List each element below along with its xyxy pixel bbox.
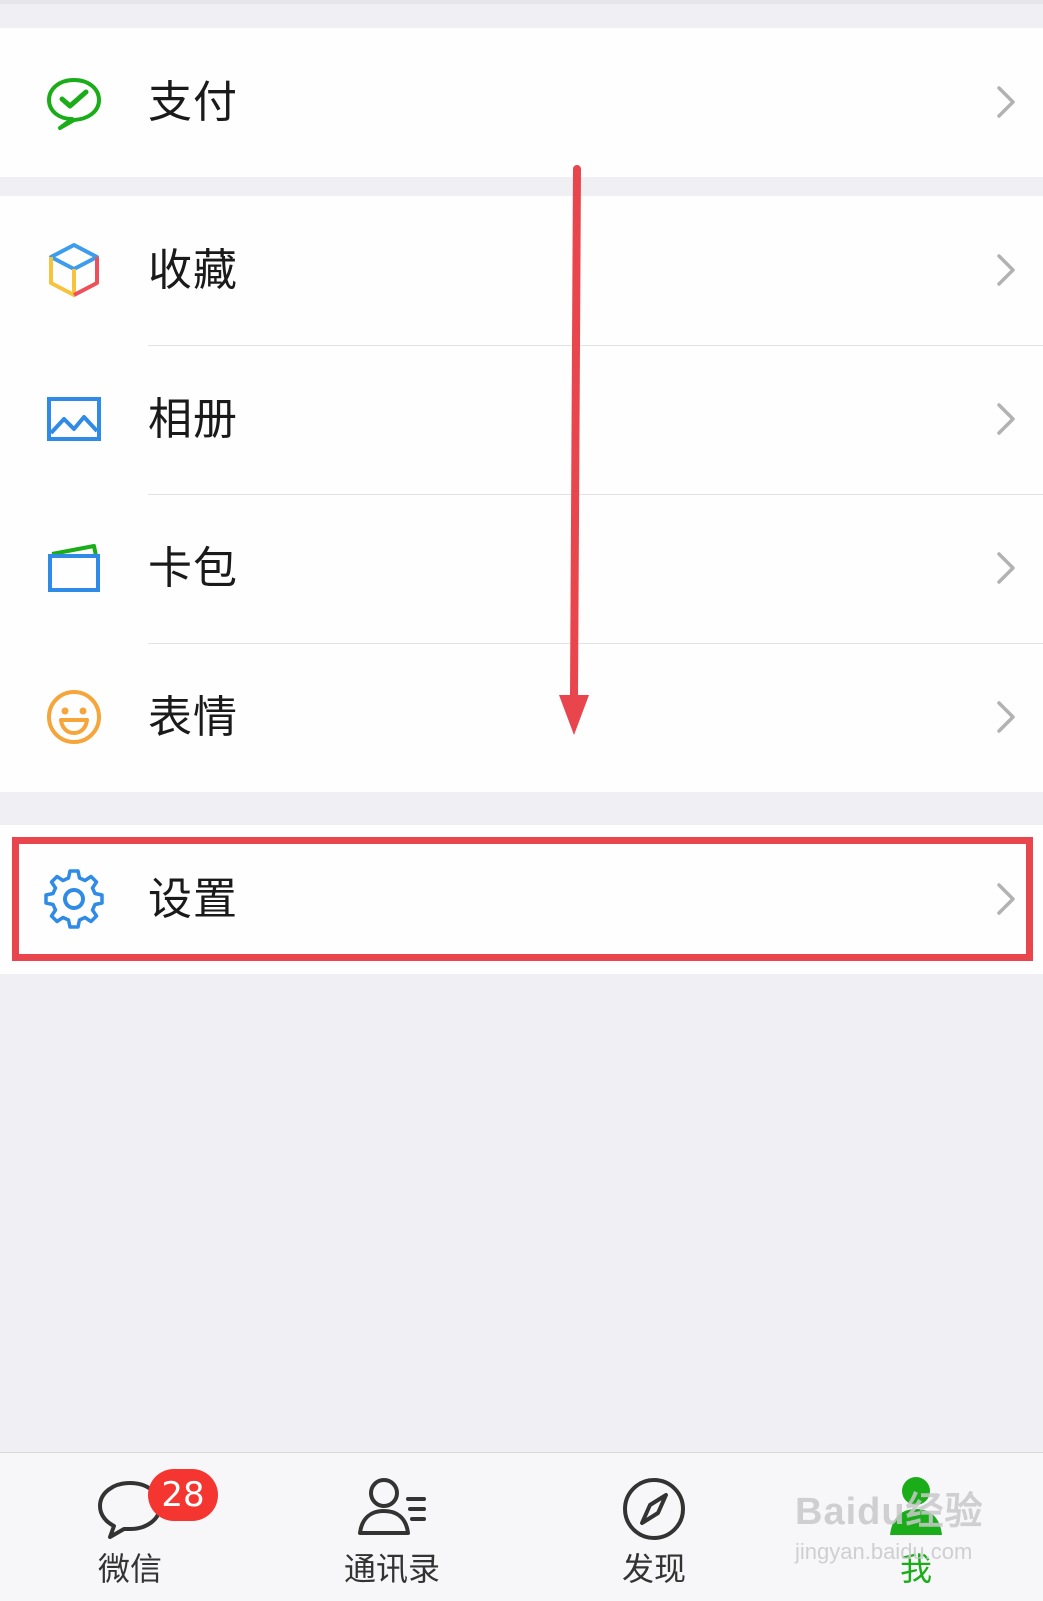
menu-item-cards[interactable]: 卡包	[0, 494, 1043, 643]
contacts-icon	[354, 1471, 430, 1547]
menu-label-pay: 支付	[148, 77, 238, 128]
menu-label-settings: 设置	[148, 874, 238, 925]
compass-icon	[616, 1471, 692, 1547]
tab-label-contacts: 通讯录	[343, 1550, 440, 1588]
menu-item-album[interactable]: 相册	[0, 345, 1043, 494]
chevron-right-icon	[985, 82, 1025, 122]
menu-label-favorites: 收藏	[148, 245, 238, 296]
person-icon	[878, 1471, 954, 1547]
smiley-face-icon	[44, 687, 104, 747]
chevron-right-icon	[985, 399, 1025, 439]
chevron-right-icon	[985, 548, 1025, 588]
tab-contacts[interactable]: 通讯录	[292, 1453, 492, 1601]
album-picture-icon	[44, 389, 104, 449]
tab-label-discover: 发现	[621, 1550, 686, 1588]
menu-group-settings: 设置	[0, 825, 1043, 974]
menu-item-stickers[interactable]: 表情	[0, 643, 1043, 792]
chevron-right-icon	[985, 250, 1025, 290]
bottom-tab-bar: 28 微信 通讯录 发现 我	[0, 1452, 1043, 1601]
favorites-cube-icon	[44, 240, 104, 300]
menu-label-stickers: 表情	[148, 692, 238, 743]
tab-me[interactable]: 我	[816, 1453, 1016, 1601]
menu-item-settings[interactable]: 设置	[0, 825, 1043, 974]
chevron-right-icon	[985, 879, 1025, 919]
tab-label-me: 我	[899, 1550, 932, 1588]
card-wallet-icon	[44, 538, 104, 598]
menu-item-pay[interactable]: 支付	[0, 28, 1043, 177]
menu-group-content: 收藏 相册 卡包 表情	[0, 196, 1043, 792]
menu-group-pay: 支付	[0, 28, 1043, 177]
wechat-pay-icon	[44, 72, 104, 132]
chevron-right-icon	[985, 697, 1025, 737]
top-divider-strip	[0, 0, 1043, 4]
gear-icon	[44, 869, 104, 929]
tab-chats[interactable]: 28 微信	[30, 1453, 230, 1601]
menu-label-cards: 卡包	[148, 543, 238, 594]
menu-label-album: 相册	[148, 394, 238, 445]
tab-discover[interactable]: 发现	[554, 1453, 754, 1601]
menu-item-favorites[interactable]: 收藏	[0, 196, 1043, 345]
tab-label-chats: 微信	[97, 1550, 162, 1588]
unread-count-badge: 28	[148, 1469, 218, 1521]
